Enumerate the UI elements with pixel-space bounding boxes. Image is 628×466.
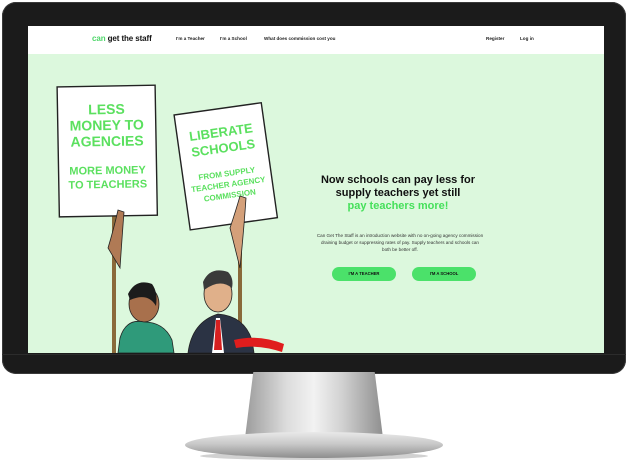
right-placard: LIBERATE SCHOOLS FROM SUPPLY TEACHER AGE… [173, 101, 279, 231]
login-link[interactable]: Log in [520, 36, 534, 41]
hero-title-line2: supply teachers yet still [335, 187, 461, 199]
left-placard-line1: LESS [88, 101, 125, 118]
protest-illustration: LESS MONEY TO AGENCIES MORE MONEY TO TEA… [56, 84, 284, 353]
monitor-stand-base [185, 432, 443, 458]
left-placard-line4: MORE MONEY [69, 164, 146, 177]
hero-description: Can Get The Staff is an introduction web… [316, 233, 484, 252]
left-placard: LESS MONEY TO AGENCIES MORE MONEY TO TEA… [56, 84, 159, 218]
monitor-stand-neck [245, 372, 383, 438]
top-navigation: can get the staff I'm a Teacher I'm a Sc… [28, 26, 604, 55]
left-placard-line2: MONEY TO [70, 116, 145, 133]
hero-title-line1: Now schools can pay less for [320, 174, 476, 186]
im-a-teacher-button[interactable]: I'M A TEACHER [332, 267, 396, 281]
hero-title: Now schools can pay less for supply teac… [310, 174, 486, 213]
left-placard-line3: AGENCIES [70, 132, 143, 149]
site-logo[interactable]: can get the staff [92, 34, 152, 43]
logo-rest-text: get the staff [105, 34, 152, 43]
nav-link-commission[interactable]: What does commission cost you [264, 36, 335, 41]
monitor-frame: can get the staff I'm a Teacher I'm a Sc… [2, 2, 626, 374]
nav-link-school[interactable]: I'm a School [220, 36, 247, 41]
monitor-chin-divider [2, 354, 626, 355]
logo-can-text: can [92, 34, 106, 43]
browser-screen: can get the staff I'm a Teacher I'm a Sc… [28, 26, 604, 353]
im-a-school-button[interactable]: I'M A SCHOOL [412, 267, 476, 281]
hero-title-highlight: pay teachers more! [347, 200, 449, 212]
register-link[interactable]: Register [486, 36, 504, 41]
nav-link-teacher[interactable]: I'm a Teacher [176, 36, 205, 41]
left-placard-line5: TO TEACHERS [68, 178, 147, 191]
woman-protester [107, 209, 175, 353]
